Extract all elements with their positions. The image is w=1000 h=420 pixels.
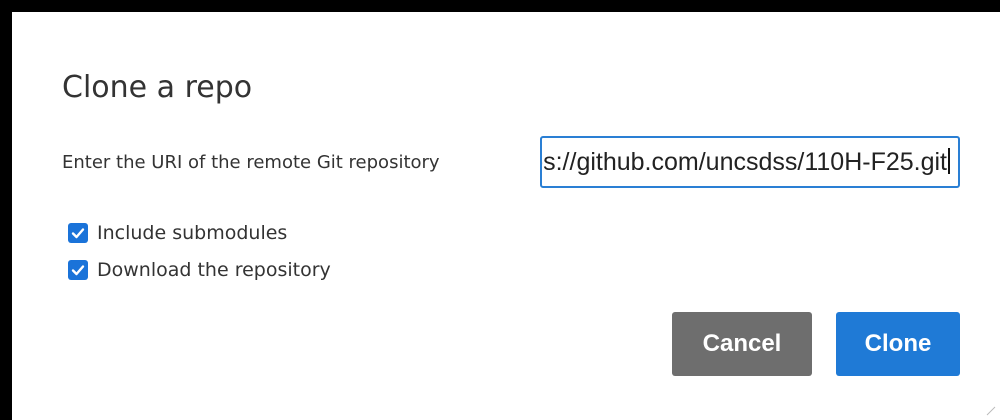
download-repository-checkbox[interactable]: [68, 260, 88, 280]
text-caret: [948, 148, 950, 174]
include-submodules-label: Include submodules: [97, 222, 288, 244]
include-submodules-checkbox[interactable]: [68, 223, 88, 243]
uri-row: Enter the URI of the remote Git reposito…: [62, 136, 962, 190]
include-submodules-option[interactable]: Include submodules: [68, 220, 287, 246]
clone-repo-dialog: Clone a repo Enter the URI of the remote…: [12, 12, 1000, 420]
uri-input[interactable]: https://github.com/uncsdss/110H-F25.git: [540, 136, 960, 188]
check-icon: [71, 228, 85, 239]
download-repository-label: Download the repository: [97, 259, 331, 281]
cancel-button[interactable]: Cancel: [672, 312, 812, 376]
check-icon: [71, 265, 85, 276]
resize-handle-icon[interactable]: [986, 406, 996, 416]
clone-button[interactable]: Clone: [836, 312, 960, 376]
dialog-title: Clone a repo: [62, 70, 253, 105]
download-repository-option[interactable]: Download the repository: [68, 257, 331, 283]
uri-label: Enter the URI of the remote Git reposito…: [62, 152, 440, 173]
uri-input-value: https://github.com/uncsdss/110H-F25.git: [540, 148, 947, 176]
